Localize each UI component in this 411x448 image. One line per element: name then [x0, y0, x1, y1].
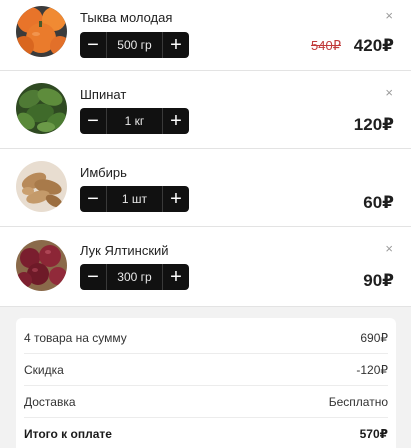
quantity-value: 500 гр	[117, 38, 152, 52]
summary-items-row: 4 товара на сумму 690₽	[24, 322, 388, 354]
quantity-value: 1 кг	[124, 114, 145, 128]
quantity-value: 1 шт	[121, 192, 148, 206]
pumpkin-image	[16, 6, 67, 57]
cart-item: Тыква молодая − 500 гр + × 540₽ 420₽	[0, 0, 411, 71]
decrease-button[interactable]: −	[80, 186, 106, 212]
summary-discount-label: Скидка	[24, 362, 64, 377]
old-price: 540₽	[311, 38, 341, 53]
item-name: Тыква молодая	[80, 10, 173, 25]
increase-button[interactable]: +	[163, 264, 189, 290]
summary-discount-row: Скидка -120₽	[24, 354, 388, 386]
decrease-button[interactable]: −	[80, 32, 106, 58]
item-name: Имбирь	[80, 165, 127, 180]
remove-item-icon[interactable]: ×	[385, 8, 393, 23]
quantity-stepper: − 1 кг +	[80, 108, 189, 134]
summary-total-value: 570₽	[359, 427, 388, 441]
quantity-stepper: − 500 гр +	[80, 32, 189, 58]
increase-button[interactable]: +	[163, 186, 189, 212]
summary-delivery-label: Доставка	[24, 394, 76, 409]
item-price: 120₽	[353, 115, 394, 134]
item-name: Шпинат	[80, 87, 127, 102]
decrease-button[interactable]: −	[80, 264, 106, 290]
summary-delivery-value: Бесплатно	[328, 394, 388, 409]
increase-button[interactable]: +	[163, 32, 189, 58]
remove-item-icon[interactable]: ×	[385, 241, 393, 256]
item-price: 420₽	[353, 36, 394, 55]
spinach-image	[16, 83, 67, 134]
item-price: 60₽	[363, 193, 394, 212]
item-name: Лук Ялтинский	[80, 243, 169, 258]
summary-total-row: Итого к оплате 570₽	[24, 418, 388, 448]
onion-image	[16, 240, 67, 291]
summary-delivery-row: Доставка Бесплатно	[24, 386, 388, 418]
decrease-button[interactable]: −	[80, 108, 106, 134]
increase-button[interactable]: +	[163, 108, 189, 134]
order-summary: 4 товара на сумму 690₽ Скидка -120₽ Дост…	[16, 318, 396, 448]
quantity-value: 300 гр	[117, 270, 152, 284]
summary-items-label: 4 товара на сумму	[24, 330, 127, 345]
quantity-stepper: − 300 гр +	[80, 264, 189, 290]
ginger-image	[16, 161, 67, 212]
cart-item: Шпинат − 1 кг + × 120₽	[0, 71, 411, 149]
summary-discount-value: -120₽	[356, 362, 388, 377]
quantity-stepper: − 1 шт +	[80, 186, 189, 212]
cart-item: Имбирь − 1 шт + 60₽	[0, 149, 411, 227]
summary-total-label: Итого к оплате	[24, 427, 112, 441]
summary-items-value: 690₽	[360, 330, 388, 345]
remove-item-icon[interactable]: ×	[385, 85, 393, 100]
cart-item: Лук Ялтинский − 300 гр + × 90₽	[0, 227, 411, 307]
cart-list: Тыква молодая − 500 гр + × 540₽ 420₽ Шпи…	[0, 0, 411, 307]
item-price: 90₽	[363, 271, 394, 290]
